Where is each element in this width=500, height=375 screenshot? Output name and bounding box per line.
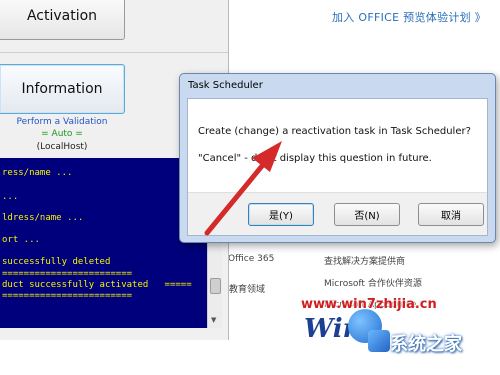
annotation-arrow-icon	[204, 141, 282, 236]
